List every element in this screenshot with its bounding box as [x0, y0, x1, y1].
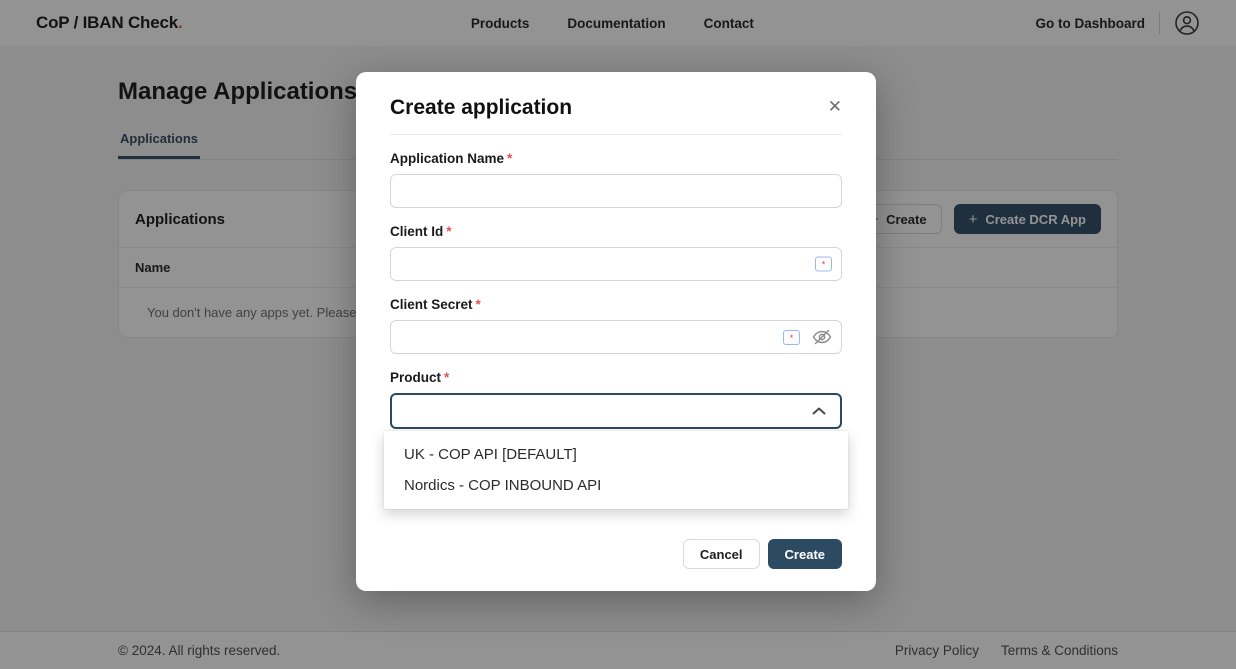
- client-secret-input-wrap: *: [390, 320, 842, 354]
- client-id-input-icons: *: [815, 257, 832, 272]
- product-options-dropdown: UK - COP API [DEFAULT] Nordics - COP INB…: [384, 431, 848, 509]
- application-name-label: Application Name*: [390, 151, 842, 166]
- client-secret-field-group: Client Secret* *: [390, 297, 842, 354]
- close-icon[interactable]: ✕: [824, 94, 846, 119]
- modal-title-divider: [390, 134, 842, 135]
- product-option-uk-cop-api[interactable]: UK - COP API [DEFAULT]: [384, 439, 848, 470]
- product-select-wrap: UK - COP API [DEFAULT] Nordics - COP INB…: [390, 393, 842, 429]
- client-id-label: Client Id*: [390, 224, 842, 239]
- required-asterisk: *: [507, 151, 512, 166]
- application-name-field-group: Application Name*: [390, 151, 842, 208]
- client-id-field-group: Client Id* *: [390, 224, 842, 281]
- application-name-input[interactable]: [390, 174, 842, 208]
- application-name-input-wrap: [390, 174, 842, 208]
- create-application-modal: Create application ✕ Application Name* C…: [356, 72, 876, 591]
- label-text: Application Name: [390, 151, 504, 166]
- toggle-visibility-eye-slash-icon[interactable]: [812, 329, 832, 345]
- modal-header: Create application ✕: [390, 96, 842, 120]
- chevron-up-icon: [812, 407, 826, 415]
- modal-create-button[interactable]: Create: [768, 539, 842, 569]
- product-select[interactable]: [390, 393, 842, 429]
- product-label: Product*: [390, 370, 842, 385]
- modal-actions: Cancel Create: [390, 539, 842, 569]
- required-asterisk: *: [446, 224, 451, 239]
- client-id-input[interactable]: [390, 247, 842, 281]
- required-asterisk: *: [444, 370, 449, 385]
- required-asterisk: *: [476, 297, 481, 312]
- client-secret-input-icons: *: [783, 329, 832, 345]
- password-manager-autofill-icon[interactable]: *: [783, 330, 800, 345]
- cancel-button[interactable]: Cancel: [683, 539, 760, 569]
- product-field-group: Product* UK - COP API [DEFAULT] Nordics …: [390, 370, 842, 429]
- client-id-input-wrap: *: [390, 247, 842, 281]
- client-secret-label: Client Secret*: [390, 297, 842, 312]
- client-secret-input[interactable]: [390, 320, 842, 354]
- label-text: Client Secret: [390, 297, 473, 312]
- product-option-nordics-cop-inbound-api[interactable]: Nordics - COP INBOUND API: [384, 470, 848, 501]
- label-text: Product: [390, 370, 441, 385]
- label-text: Client Id: [390, 224, 443, 239]
- modal-title: Create application: [390, 96, 572, 120]
- password-manager-autofill-icon[interactable]: *: [815, 257, 832, 272]
